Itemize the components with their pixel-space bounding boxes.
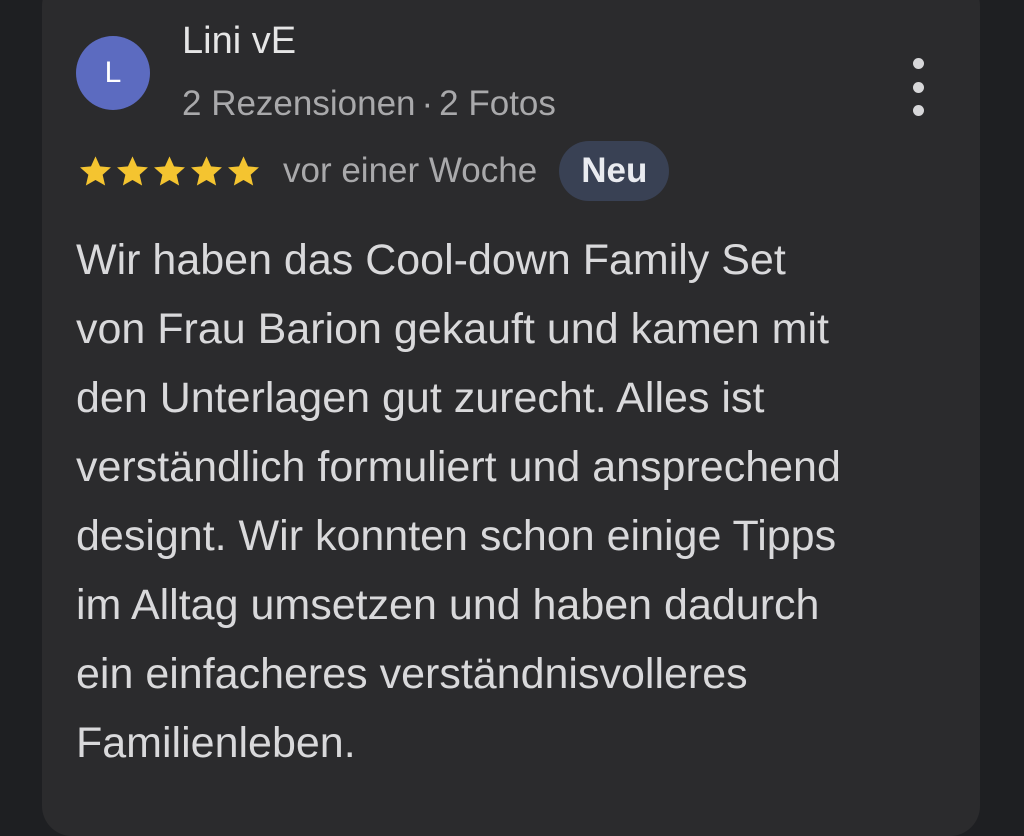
review-text-line: Familienleben. (76, 719, 356, 767)
review-time: vor einer Woche (283, 151, 538, 190)
more-options-button[interactable] (898, 58, 938, 116)
more-vert-icon-dot (912, 105, 924, 116)
rating-row: vor einer Woche Neu (78, 141, 670, 201)
review-text-line: ein einfacheres verständnisvolleres (76, 650, 748, 698)
reviewer-name[interactable]: Lini vE (182, 20, 296, 63)
review-text-line: von Frau Barion gekauft und kamen mit (76, 305, 829, 353)
star-rating (78, 154, 261, 189)
meta-separator: · (421, 84, 434, 123)
star-icon (117, 155, 148, 185)
star-icon (228, 155, 259, 185)
review-text-line: im Alltag umsetzen und haben dadurch (76, 581, 820, 629)
reviewer-meta: 2 Rezensionen · 2 Fotos (182, 84, 556, 124)
review-text-line: Wir haben das Cool-down Family Set (76, 236, 786, 284)
star-icon (154, 155, 185, 185)
review-text-line: designt. Wir konnten schon einige Tipps (76, 512, 837, 560)
reviews-count: 2 Rezensionen (182, 84, 416, 123)
star-icon (80, 155, 111, 185)
more-vert-icon (912, 58, 924, 69)
more-vert-icon-dot (912, 81, 924, 93)
photos-count: 2 Fotos (439, 84, 556, 123)
avatar[interactable]: L (76, 36, 150, 110)
review-text: Wir haben das Cool-down Family Set von Fr… (76, 226, 966, 778)
new-badge: Neu (559, 141, 670, 201)
avatar-letter: L (104, 56, 122, 89)
star-icon (191, 155, 222, 185)
review-text-line: verständlich formuliert und ansprechend (76, 443, 841, 491)
review-text-line: den Unterlagen gut zurecht. Alles ist (76, 374, 765, 422)
